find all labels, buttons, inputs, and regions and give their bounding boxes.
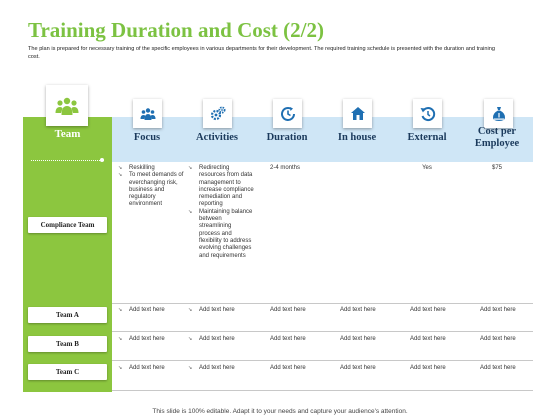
team-label-c: Team C [28,364,107,380]
refresh-icon [420,106,435,121]
cost-icon-card [484,99,513,128]
activities-icon-card [203,99,232,128]
row-divider [112,390,533,391]
team-a-external-cell: Add text here [410,307,446,313]
bullet-arrow-icon: ↘ [188,336,193,342]
compliance-focus-cell: ↘ Reskilling ↘ To meet demands of everch… [118,165,184,209]
bullet-arrow-icon: ↘ [188,165,193,171]
team-b-in-house-cell: Add text here [340,336,376,342]
list-item: ↘ Reskilling [118,165,155,171]
bullet-arrow-icon: ↘ [118,172,123,179]
clock-icon [280,106,295,121]
duration-icon-card [273,99,302,128]
row-divider [112,331,533,332]
external-icon-card [413,99,442,128]
compliance-activities-cell: ↘ Redirecting resources from data manage… [188,165,254,260]
money-bag-icon [492,106,505,121]
bullet-arrow-icon: ↘ [118,365,123,371]
team-c-cost-cell: Add text here [480,365,516,371]
in-house-icon-card [343,99,372,128]
team-a-activities-cell: ↘ Add text here [188,307,235,313]
column-header-external: External [407,132,447,143]
house-icon [350,107,365,120]
team-c-external-cell: Add text here [410,365,446,371]
bullet-arrow-icon: ↘ [118,336,123,342]
team-c-in-house-cell: Add text here [340,365,376,371]
people-group-icon [140,107,155,120]
team-label-a: Team A [28,307,107,323]
team-c-focus-cell: ↘ Add text here [118,365,165,371]
row-divider [112,303,533,304]
column-header-activities: Activities [196,132,238,143]
slide-footer: This slide is 100% editable. Adapt it to… [152,408,408,415]
team-icon-card [46,85,88,126]
focus-icon-card [133,99,162,128]
column-header-duration: Duration [266,132,308,143]
slide-title: Training Duration and Cost (2/2) [28,18,324,42]
column-header-focus: Focus [133,132,161,143]
gears-icon [210,106,225,120]
compliance-duration-cell: 2-4 months [270,165,301,171]
column-header-in-house: In house [337,132,377,143]
team-a-cost-cell: Add text here [480,307,516,313]
team-a-in-house-cell: Add text here [340,307,376,313]
bullet-arrow-icon: ↘ [188,307,193,313]
team-header: Team [54,128,81,140]
compliance-external-cell: Yes [422,165,432,171]
row-divider [112,360,533,361]
list-item: ↘ Maintaining balance between streamlini… [188,208,253,259]
dotted-divider [31,160,104,161]
team-label-b: Team B [28,336,107,352]
team-c-duration-cell: Add text here [270,365,306,371]
team-b-duration-cell: Add text here [270,336,306,342]
team-group-icon [55,97,79,115]
team-b-cost-cell: Add text here [480,336,516,342]
team-b-external-cell: Add text here [410,336,446,342]
bullet-arrow-icon: ↘ [188,365,193,371]
slide-subtitle: The plan is prepared for necessary train… [28,46,495,60]
divider-dot [100,158,104,162]
compliance-cost-cell: $75 [491,165,502,171]
team-a-duration-cell: Add text here [270,307,306,313]
bullet-arrow-icon: ↘ [188,208,193,215]
list-item: ↘ Redirecting resources from data manage… [188,165,254,208]
column-header-cost-per-employee: Cost per Employee [474,126,520,149]
team-b-activities-cell: ↘ Add text here [188,336,235,342]
team-label-compliance: Compliance Team [28,217,107,233]
bullet-arrow-icon: ↘ [118,307,123,313]
team-c-activities-cell: ↘ Add text here [188,365,235,371]
team-b-focus-cell: ↘ Add text here [118,336,165,342]
bullet-arrow-icon: ↘ [118,165,123,171]
list-item: ↘ To meet demands of everchanging risk, … [118,172,184,208]
team-a-focus-cell: ↘ Add text here [118,307,165,313]
